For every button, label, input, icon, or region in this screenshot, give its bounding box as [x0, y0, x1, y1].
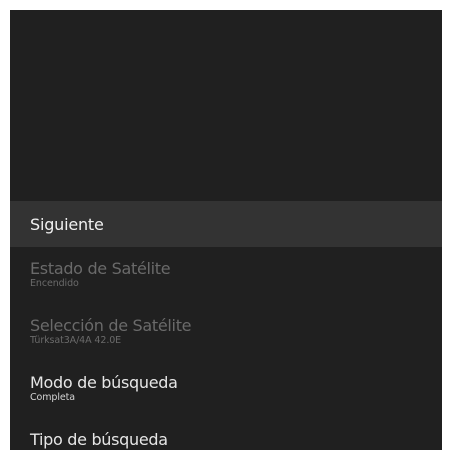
menu-item-siguiente[interactable]: Siguiente	[10, 201, 442, 247]
menu-item-label: Modo de búsqueda	[30, 373, 178, 392]
menu-item-estado-satelite[interactable]: Estado de Satélite Encendido	[10, 247, 442, 304]
menu-item-label: Estado de Satélite	[30, 259, 171, 278]
menu-item-modo-busqueda[interactable]: Modo de búsqueda Completa	[10, 361, 442, 418]
menu-item-label: Siguiente	[30, 214, 104, 234]
menu-item-seleccion-satelite[interactable]: Selección de Satélite Türksat3A/4A 42.0E	[10, 304, 442, 361]
tv-settings-screen: Siguiente Estado de Satélite Encendido S…	[10, 10, 442, 450]
menu-item-tipo-busqueda[interactable]: Tipo de búsqueda	[10, 418, 442, 450]
scan-settings-menu: Siguiente Estado de Satélite Encendido S…	[10, 201, 442, 450]
menu-item-value: Encendido	[30, 278, 79, 289]
menu-item-label: Selección de Satélite	[30, 316, 192, 335]
menu-item-value: Türksat3A/4A 42.0E	[30, 335, 122, 346]
menu-item-value: Completa	[30, 392, 75, 403]
menu-item-label: Tipo de búsqueda	[30, 430, 168, 449]
